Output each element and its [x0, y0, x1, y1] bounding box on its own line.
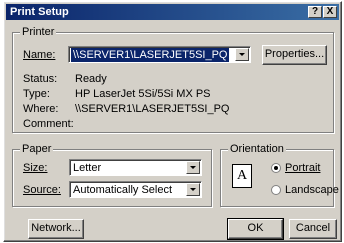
- source-label: Source:: [23, 184, 61, 196]
- printer-group-label: Printer: [20, 26, 57, 38]
- status-label: Status:: [23, 73, 58, 85]
- paper-source-value: Automatically Select: [73, 184, 173, 196]
- help-button[interactable]: ?: [308, 6, 322, 18]
- where-label: Where:: [23, 103, 59, 115]
- type-label: Type:: [23, 88, 50, 100]
- paper-group-label: Paper: [20, 143, 54, 155]
- paper-size-combo[interactable]: Letter: [69, 159, 202, 176]
- printer-name-combo[interactable]: \\SERVER1\LASERJET5SI_PQ: [68, 46, 251, 63]
- orientation-group-label: Orientation: [228, 143, 286, 155]
- printer-name-value: \\SERVER1\LASERJET5SI_PQ: [71, 48, 230, 62]
- chevron-down-icon[interactable]: [186, 161, 200, 174]
- portrait-label[interactable]: Portrait: [285, 162, 320, 174]
- paper-group: Paper Size: Letter Source: Automatically…: [12, 143, 212, 207]
- landscape-radio[interactable]: [271, 185, 281, 195]
- print-setup-dialog: Print Setup ? X Printer Name: \\SERVER1\…: [3, 1, 342, 242]
- type-value: HP LaserJet 5Si/5Si MX PS: [75, 88, 211, 100]
- paper-size-value: Letter: [73, 162, 102, 174]
- paper-source-combo[interactable]: Automatically Select: [69, 181, 202, 198]
- size-label: Size:: [23, 162, 48, 174]
- status-value: Ready: [75, 73, 107, 85]
- portrait-page-icon: A: [232, 164, 252, 188]
- landscape-label[interactable]: Landscape: [285, 184, 339, 196]
- name-label: Name:: [23, 49, 56, 61]
- comment-label: Comment:: [23, 118, 74, 130]
- where-value: \\SERVER1\LASERJET5SI_PQ: [75, 103, 230, 115]
- network-button[interactable]: Network...: [28, 219, 84, 239]
- portrait-radio[interactable]: [271, 163, 281, 173]
- ok-button[interactable]: OK: [227, 218, 284, 240]
- window-title: Print Setup: [10, 6, 69, 18]
- orientation-group: Orientation A Portrait Landscape: [220, 143, 339, 207]
- printer-group: Printer Name: \\SERVER1\LASERJET5SI_PQ P…: [12, 26, 334, 133]
- chevron-down-icon[interactable]: [235, 48, 249, 61]
- cancel-button[interactable]: Cancel: [289, 219, 337, 239]
- chevron-down-icon[interactable]: [186, 183, 200, 196]
- title-bar: Print Setup ? X: [6, 4, 339, 20]
- properties-button[interactable]: Properties...: [262, 45, 327, 65]
- close-button[interactable]: X: [323, 6, 337, 18]
